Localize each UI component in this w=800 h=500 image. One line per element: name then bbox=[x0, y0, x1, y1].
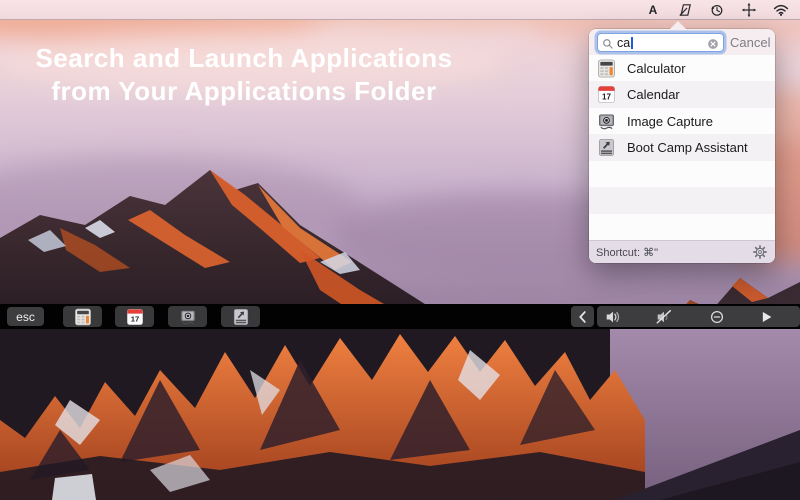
calendar-icon bbox=[126, 308, 144, 326]
popover-footer: Shortcut: ⌘" bbox=[589, 240, 775, 263]
result-label: Calculator bbox=[627, 61, 686, 76]
touch-bar: esc bbox=[0, 304, 800, 329]
result-row-calculator[interactable]: Calculator bbox=[589, 55, 775, 81]
do-not-disturb-icon bbox=[708, 308, 726, 326]
wifi-icon[interactable] bbox=[772, 2, 790, 18]
calendar-icon bbox=[597, 85, 616, 104]
notes-pen-icon[interactable] bbox=[676, 2, 694, 18]
search-popover: ca Cancel Calculator Calendar Image Capt… bbox=[589, 29, 775, 263]
clear-search-button[interactable] bbox=[707, 37, 719, 49]
volume-button[interactable] bbox=[604, 308, 622, 326]
play-icon bbox=[757, 308, 775, 326]
chevron-left-icon bbox=[574, 308, 592, 326]
letter-a-icon[interactable] bbox=[644, 2, 662, 18]
desktop: Search and Launch Applications from Your… bbox=[0, 0, 800, 500]
result-row-image-capture[interactable]: Image Capture bbox=[589, 108, 775, 134]
control-strip-expand-button[interactable] bbox=[571, 306, 594, 327]
text-caret bbox=[631, 37, 633, 49]
bootcamp-icon bbox=[232, 308, 250, 326]
popover-search-bar: ca Cancel bbox=[589, 29, 775, 55]
result-row-calendar[interactable]: Calendar bbox=[589, 81, 775, 107]
headline-line-1: Search and Launch Applications bbox=[14, 42, 474, 75]
calculator-icon bbox=[597, 59, 616, 78]
mute-button[interactable] bbox=[655, 308, 673, 326]
calculator-icon bbox=[74, 308, 92, 326]
empty-row bbox=[589, 214, 775, 240]
control-strip bbox=[597, 306, 800, 327]
search-input[interactable]: ca bbox=[597, 33, 724, 52]
headline-line-2: from Your Applications Folder bbox=[14, 75, 474, 108]
play-button[interactable] bbox=[757, 308, 775, 326]
result-label: Boot Camp Assistant bbox=[627, 140, 748, 155]
volume-icon bbox=[604, 308, 622, 326]
time-machine-icon[interactable] bbox=[708, 2, 726, 18]
search-input-value: ca bbox=[617, 36, 630, 50]
move-arrows-icon[interactable] bbox=[740, 2, 758, 18]
cancel-button[interactable]: Cancel bbox=[730, 29, 770, 55]
empty-row bbox=[589, 187, 775, 213]
result-label: Calendar bbox=[627, 87, 680, 102]
do-not-disturb-button[interactable] bbox=[708, 308, 726, 326]
image-capture-icon bbox=[179, 308, 197, 326]
esc-button[interactable]: esc bbox=[7, 307, 44, 326]
bootcamp-icon bbox=[597, 138, 616, 157]
result-row-boot-camp[interactable]: Boot Camp Assistant bbox=[589, 134, 775, 160]
result-label: Image Capture bbox=[627, 114, 713, 129]
popover-arrow bbox=[670, 21, 686, 29]
magnifier-icon bbox=[602, 37, 614, 49]
gear-icon[interactable] bbox=[752, 244, 768, 260]
touchbar-calendar-button[interactable] bbox=[115, 306, 154, 327]
shortcut-hint: Shortcut: ⌘" bbox=[596, 246, 658, 259]
search-results-list: Calculator Calendar Image Capture Boot C… bbox=[589, 55, 775, 240]
touchbar-boot-camp-button[interactable] bbox=[221, 306, 260, 327]
empty-row bbox=[589, 161, 775, 187]
image-capture-icon bbox=[597, 112, 616, 131]
touchbar-image-capture-button[interactable] bbox=[168, 306, 207, 327]
volume-mute-icon bbox=[655, 308, 673, 326]
touchbar-calculator-button[interactable] bbox=[63, 306, 102, 327]
marketing-headline: Search and Launch Applications from Your… bbox=[14, 42, 474, 108]
menu-bar bbox=[0, 0, 800, 20]
